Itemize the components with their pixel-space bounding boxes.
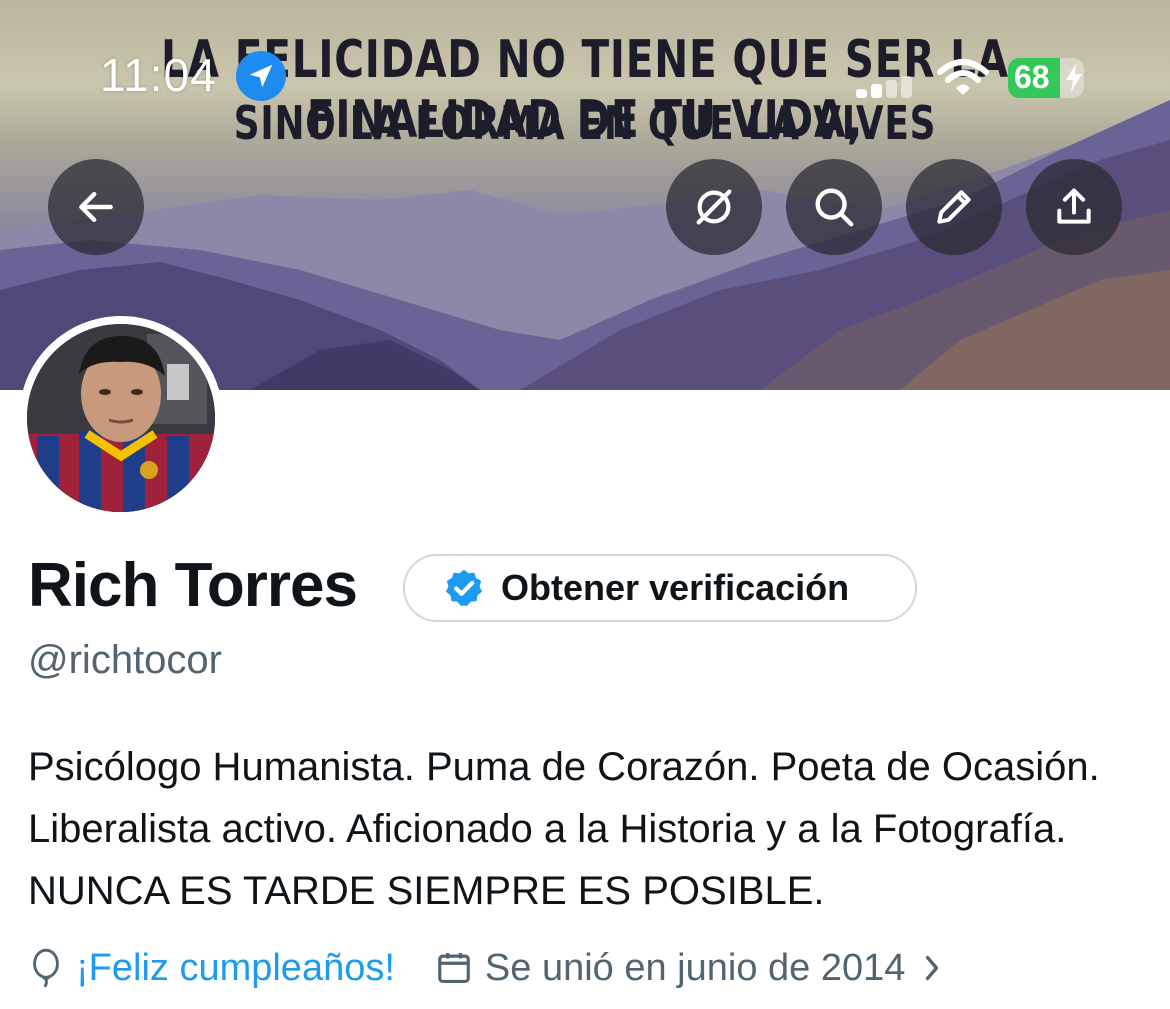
joined-text: Se unió en junio de 2014 bbox=[484, 946, 906, 989]
share-icon bbox=[1057, 188, 1091, 224]
chevron-right-icon bbox=[921, 953, 943, 983]
location-arrow-icon bbox=[236, 51, 286, 101]
cellular-signal-icon bbox=[856, 76, 916, 98]
calendar-icon bbox=[435, 949, 473, 987]
banner-quote-line-2: SINO LA FORMA EN QUE LA VIVES bbox=[233, 96, 937, 150]
search-button[interactable] bbox=[786, 159, 882, 255]
grok-button[interactable] bbox=[666, 159, 762, 255]
avatar-photo bbox=[27, 324, 215, 512]
balloon-icon bbox=[28, 948, 64, 988]
profile-name: Rich Torres bbox=[28, 551, 358, 620]
battery-percent: 68 bbox=[1014, 59, 1050, 95]
grok-icon bbox=[696, 189, 732, 225]
profile-meta: ¡Feliz cumpleaños! Se unió en junio de 2… bbox=[28, 940, 943, 996]
get-verified-button[interactable]: Obtener verificación bbox=[403, 554, 917, 622]
get-verified-label: Obtener verificación bbox=[501, 567, 850, 608]
search-icon bbox=[815, 188, 854, 227]
profile-handle: @richtocor bbox=[28, 638, 222, 682]
avatar[interactable] bbox=[19, 316, 223, 520]
edit-button[interactable] bbox=[906, 159, 1002, 255]
profile-bio: Psicólogo Humanista. Puma de Corazón. Po… bbox=[28, 745, 1100, 913]
verified-badge-icon bbox=[445, 569, 483, 607]
arrow-left-icon bbox=[79, 191, 113, 223]
pencil-icon bbox=[937, 190, 971, 224]
back-button[interactable] bbox=[48, 159, 144, 255]
joined-date[interactable]: Se unió en junio de 2014 bbox=[435, 947, 943, 990]
status-time: 11:04 bbox=[100, 49, 217, 101]
wifi-icon bbox=[937, 59, 989, 95]
battery-charging-icon: 68 bbox=[1008, 58, 1084, 98]
birthday-link[interactable]: ¡Feliz cumpleaños! bbox=[28, 947, 395, 990]
birthday-text: ¡Feliz cumpleaños! bbox=[76, 946, 395, 989]
share-button[interactable] bbox=[1026, 159, 1122, 255]
